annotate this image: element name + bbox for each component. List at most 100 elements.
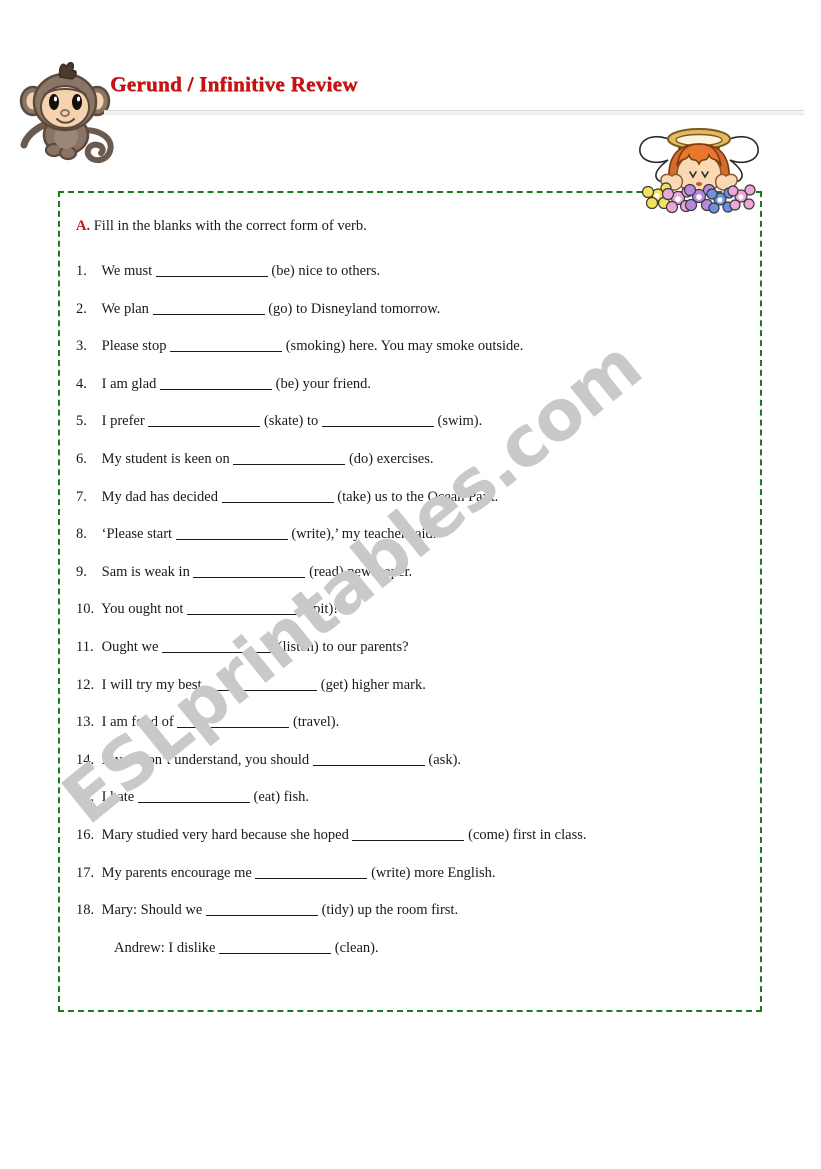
answer-blank[interactable] [152,301,265,315]
item-number: 11. [76,639,94,655]
verb-cue: (listen) to our parents? [277,639,409,655]
answer-blank[interactable] [205,677,318,691]
item-number: 14. [76,751,95,768]
angel-with-flowers-icon [639,128,759,214]
verb-cue: (write) more English. [371,864,496,881]
worksheet-item: 5. I prefer (skate) to (swim). [76,413,482,429]
item-prompt: I will try my best [101,676,202,693]
item-prompt: Please stop [101,338,167,355]
worksheet-item: Andrew: I dislike (clean). [114,940,379,956]
worksheet-item: 12. I will try my best (get) higher mark… [76,677,426,693]
item-number: 7. [76,488,87,505]
worksheet-item: 9. Sam is weak in (read) newspaper. [76,564,412,580]
item-number: 18. [76,902,95,919]
answer-blank[interactable] [160,376,273,390]
item-number: 12. [76,676,95,693]
page-title: Gerund / Infinitive Review [110,72,358,96]
worksheet-item: 10. You ought not (spit)! [76,601,338,617]
item-number: 2. [76,300,87,317]
item-prompt: Sam is weak in [101,563,190,580]
worksheet-item: 17. My parents encourage me (write) more… [76,865,496,881]
instruction-text: Fill in the blanks with the correct form… [93,218,367,234]
verb-cue: (spit)! [302,601,339,618]
verb-cue: (smoking) here. You may smoke outside. [285,338,524,355]
verb-cue: (write),’ my teacher said. [291,526,437,543]
answer-blank[interactable] [193,564,306,578]
page-header: Gerund / Infinitive Review [0,0,821,164]
item-prompt: ‘Please start [101,526,173,543]
answer-blank[interactable] [187,601,300,616]
answer-blank[interactable] [312,752,425,766]
item-prompt: We plan [101,300,149,317]
item-prompt: I prefer [101,413,145,430]
verb-cue: (do) exercises. [348,451,434,467]
verb-cue: (be) your friend. [275,375,372,392]
answer-blank[interactable] [170,338,283,353]
answer-blank[interactable] [175,526,288,541]
verb-cue: (get) higher mark. [320,676,426,693]
answer-blank[interactable] [219,940,332,954]
item-prompt: I am fond of [101,714,174,731]
verb-cue: (take) us to the Ocean Park. [337,488,499,505]
answer-blank[interactable] [155,263,268,277]
answer-blank[interactable] [255,865,368,879]
header-divider [104,110,804,115]
item-prompt: My dad has decided [101,488,218,505]
worksheet-item: 14. If you don’t understand, you should … [76,752,461,768]
answer-blank[interactable] [221,489,334,503]
item-number: 8. [76,526,87,543]
item-prompt: If you don’t understand, you should [101,751,310,768]
answer-blank[interactable] [233,451,346,465]
answer-blank[interactable] [137,789,250,804]
worksheet-item: 15. I hate (eat) fish. [76,789,309,805]
worksheet-item: 18. Mary: Should we (tidy) up the room f… [76,902,458,918]
item-number: 15. [76,789,95,806]
verb-cue: (tidy) up the room first. [321,902,459,919]
verb-cue: (swim). [437,413,483,430]
verb-cue: (travel). [292,714,340,731]
item-number: 5. [76,413,87,430]
answer-blank[interactable] [148,413,261,428]
item-prompt: Ought we [101,639,159,655]
worksheet-item: 1. We must (be) nice to others. [76,263,380,279]
verb-cue: (go) to Disneyland tomorrow. [268,300,441,317]
worksheet-item: 3. Please stop (smoking) here. You may s… [76,338,523,354]
answer-blank[interactable] [177,714,290,729]
answer-blank[interactable] [321,413,434,428]
item-prompt: You ought not [101,601,184,618]
item-number: 6. [76,451,87,467]
worksheet-container: ESLprintables.com A. Fill in the blanks … [47,191,762,1012]
item-number: 4. [76,375,87,392]
verb-cue: (be) nice to others. [271,263,381,279]
item-number: 10. [76,601,95,618]
answer-blank[interactable] [205,902,318,917]
verb-cue: (ask). [428,751,462,768]
verb-cue: (clean). [334,939,379,956]
item-prompt: Mary studied very hard because she hoped [101,827,349,843]
item-prompt: My parents encourage me [101,864,252,881]
item-number: 1. [76,263,87,279]
worksheet-item: 4. I am glad (be) your friend. [76,376,371,392]
verb-cue: (skate) to [263,413,319,430]
item-number: 3. [76,338,87,355]
item-prompt: We must [101,263,153,279]
item-number: 17. [76,864,95,881]
item-prompt: I am glad [101,375,157,392]
item-number: 9. [76,563,87,580]
worksheet-item: 16. Mary studied very hard because she h… [76,827,587,843]
section-marker: A. [76,218,91,234]
verb-cue: (eat) fish. [253,789,310,806]
answer-blank[interactable] [352,827,465,841]
item-prompt: Andrew: I dislike [114,939,216,956]
item-prompt: My student is keen on [101,451,230,467]
verb-cue: (come) first in class. [468,827,587,843]
answer-blank[interactable] [162,639,275,653]
worksheet-item: 7. My dad has decided (take) us to the O… [76,489,498,505]
item-prompt: Mary: Should we [101,902,203,919]
instruction-line: A. Fill in the blanks with the correct f… [76,218,367,235]
item-prompt: I hate [101,789,135,806]
item-number: 16. [76,827,95,843]
worksheet-item: 2. We plan (go) to Disneyland tomorrow. [76,301,440,317]
item-number: 13. [76,714,95,731]
worksheet-item: 6. My student is keen on (do) exercises. [76,451,434,467]
